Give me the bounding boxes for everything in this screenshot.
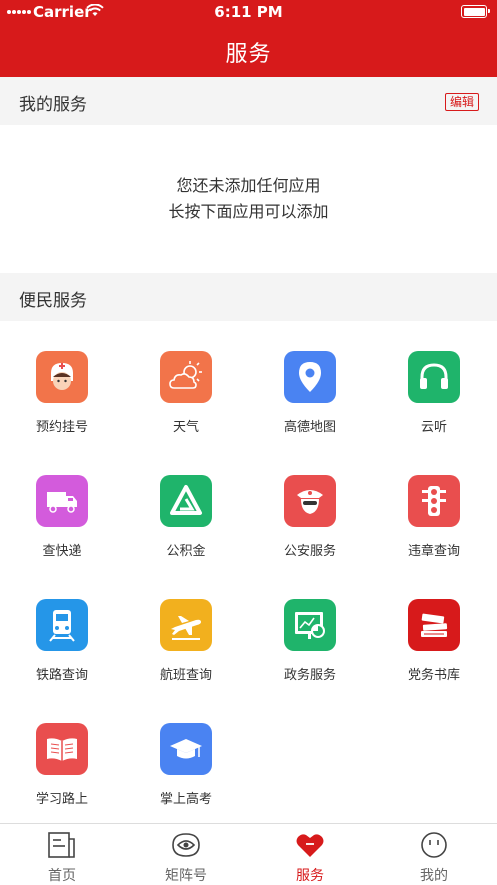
service-express[interactable]: 查快递 bbox=[0, 464, 124, 574]
battery-icon bbox=[461, 5, 490, 18]
service-railway[interactable]: 铁路查询 bbox=[0, 588, 124, 698]
service-label: 公积金 bbox=[166, 544, 206, 559]
tab-label: 矩阵号 bbox=[165, 868, 207, 884]
top-bar: Carrier 6:11 PM 服务 bbox=[0, 0, 497, 77]
headphones-icon bbox=[408, 351, 460, 403]
service-appointment[interactable]: 预约挂号 bbox=[0, 340, 124, 450]
tab-label: 首页 bbox=[48, 868, 76, 884]
service-gaokao[interactable]: 掌上高考 bbox=[124, 712, 248, 822]
books-icon bbox=[408, 599, 460, 651]
my-services-header: 我的服务 编辑 bbox=[0, 77, 497, 125]
edit-button[interactable]: 编辑 bbox=[444, 93, 479, 111]
empty-line-2: 长按下面应用可以添加 bbox=[168, 202, 329, 221]
tab-matrix[interactable]: 矩阵号 bbox=[124, 824, 248, 884]
train-icon bbox=[36, 599, 88, 651]
status-bar: Carrier 6:11 PM bbox=[0, 0, 497, 24]
convenience-header: 便民服务 bbox=[0, 273, 497, 321]
delivery-truck-icon bbox=[36, 475, 88, 527]
service-label: 高德地图 bbox=[283, 420, 336, 435]
service-flight[interactable]: 航班查询 bbox=[124, 588, 248, 698]
service-label: 查快递 bbox=[42, 544, 82, 559]
tab-label: 服务 bbox=[296, 868, 324, 884]
page-title: 服务 bbox=[225, 42, 272, 67]
news-icon bbox=[48, 832, 75, 858]
service-label: 违章查询 bbox=[407, 544, 460, 559]
housing-fund-icon bbox=[160, 475, 212, 527]
traffic-light-icon bbox=[408, 475, 460, 527]
service-label: 党务书库 bbox=[407, 668, 460, 683]
service-label: 政务服务 bbox=[283, 668, 336, 683]
face-icon bbox=[421, 832, 447, 858]
service-label: 学习路上 bbox=[35, 792, 88, 807]
clock-text: 6:11 PM bbox=[214, 3, 283, 21]
service-label: 公安服务 bbox=[283, 544, 336, 559]
eye-icon bbox=[172, 833, 200, 857]
map-pin-icon bbox=[284, 351, 336, 403]
weather-icon bbox=[160, 351, 212, 403]
service-label: 天气 bbox=[172, 420, 199, 435]
service-amap[interactable]: 高德地图 bbox=[248, 340, 372, 450]
gov-chart-icon bbox=[284, 599, 336, 651]
empty-state: 您还未添加任何应用 长按下面应用可以添加 bbox=[0, 173, 497, 225]
service-label: 航班查询 bbox=[159, 668, 212, 683]
service-label: 掌上高考 bbox=[159, 792, 212, 807]
service-study[interactable]: 学习路上 bbox=[0, 712, 124, 822]
nurse-icon bbox=[36, 351, 88, 403]
service-police[interactable]: 公安服务 bbox=[248, 464, 372, 574]
service-party-library[interactable]: 党务书库 bbox=[372, 588, 496, 698]
tab-bar: 首页 矩阵号 服务 我的 bbox=[0, 823, 497, 884]
service-traffic-violation[interactable]: 违章查询 bbox=[372, 464, 496, 574]
tab-mine[interactable]: 我的 bbox=[372, 824, 496, 884]
service-weather[interactable]: 天气 bbox=[124, 340, 248, 450]
service-label: 铁路查询 bbox=[35, 668, 88, 683]
service-housing-fund[interactable]: 公积金 bbox=[124, 464, 248, 574]
graduation-cap-icon bbox=[160, 723, 212, 775]
service-yunting[interactable]: 云听 bbox=[372, 340, 496, 450]
police-icon bbox=[284, 475, 336, 527]
service-government[interactable]: 政务服务 bbox=[248, 588, 372, 698]
tab-label: 我的 bbox=[420, 868, 448, 884]
heart-icon bbox=[296, 834, 324, 857]
tab-services[interactable]: 服务 bbox=[248, 824, 372, 884]
service-label: 云听 bbox=[420, 420, 447, 435]
open-book-icon bbox=[36, 723, 88, 775]
convenience-heading: 便民服务 bbox=[19, 291, 87, 311]
service-label: 预约挂号 bbox=[35, 420, 88, 435]
my-services-heading: 我的服务 bbox=[19, 95, 87, 115]
tab-home[interactable]: 首页 bbox=[0, 824, 124, 884]
empty-line-1: 您还未添加任何应用 bbox=[176, 176, 321, 195]
airplane-icon bbox=[160, 599, 212, 651]
